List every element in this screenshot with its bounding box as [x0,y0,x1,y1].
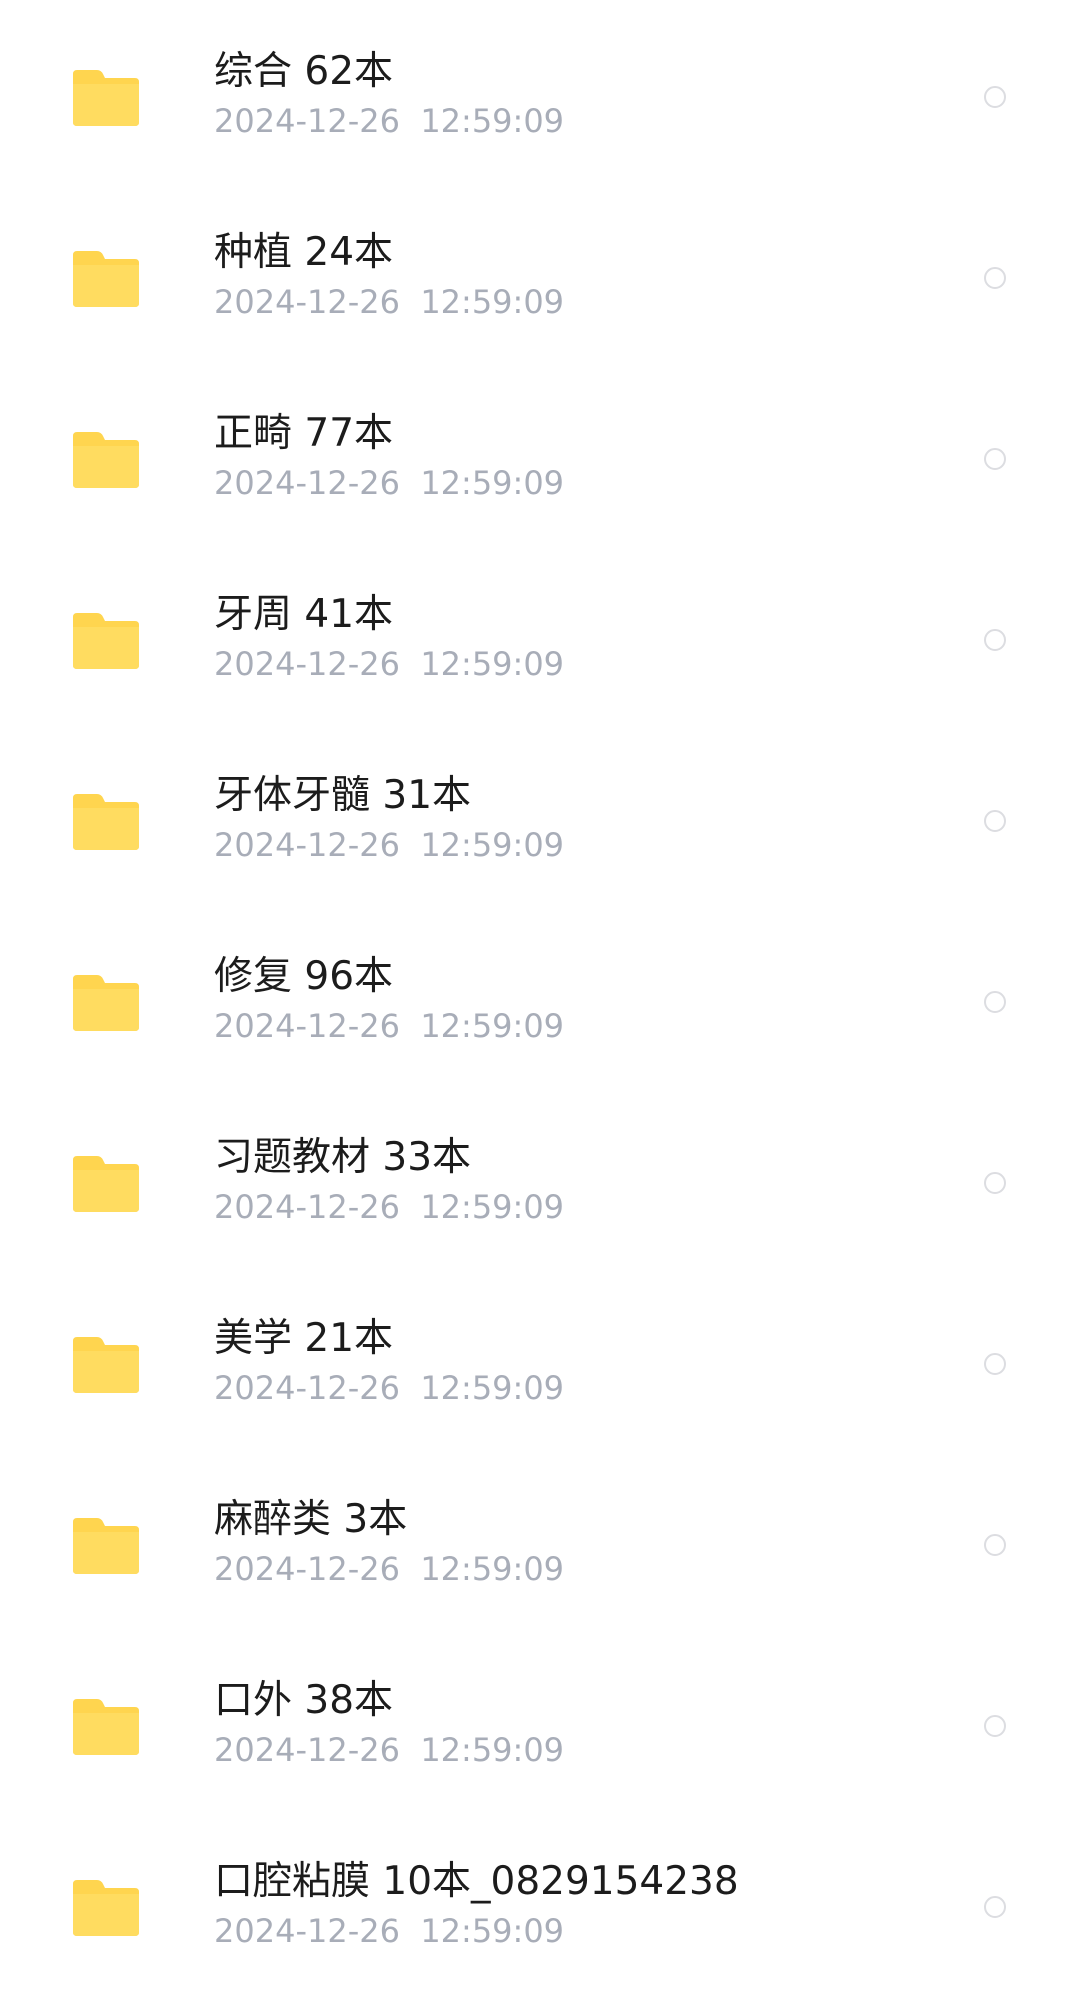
folder-name: 习题教材 33本 [214,1135,472,1180]
select-radio[interactable] [984,448,1006,470]
folder-row[interactable]: 牙周 41本 2024-12-26 12:59:09 [0,543,1080,724]
folder-date: 2024-12-26 12:59:09 [214,283,565,321]
folder-name: 口腔粘膜 10本_0829154238 [214,1859,739,1904]
folder-icon [73,794,139,850]
folder-date: 2024-12-26 12:59:09 [214,1912,565,1950]
folder-date: 2024-12-26 12:59:09 [214,102,565,140]
folder-row[interactable]: 牙体牙髓 31本 2024-12-26 12:59:09 [0,724,1080,905]
folder-date: 2024-12-26 12:59:09 [214,826,565,864]
folder-row[interactable]: 习题教材 33本 2024-12-26 12:59:09 [0,1086,1080,1267]
folder-row[interactable]: 种植 24本 2024-12-26 12:59:09 [0,181,1080,362]
select-radio[interactable] [984,86,1006,108]
folder-name: 牙周 41本 [214,592,394,637]
select-radio[interactable] [984,267,1006,289]
folder-date: 2024-12-26 12:59:09 [214,464,565,502]
select-radio[interactable] [984,629,1006,651]
folder-name: 牙体牙髓 31本 [214,773,472,818]
folder-name: 正畸 77本 [214,411,394,456]
folder-date: 2024-12-26 12:59:09 [214,1188,565,1226]
folder-icon [73,975,139,1031]
folder-name: 美学 21本 [214,1316,394,1361]
folder-row[interactable]: 正畸 77本 2024-12-26 12:59:09 [0,362,1080,543]
folder-row[interactable]: 综合 62本 2024-12-26 12:59:09 [0,0,1080,181]
folder-name: 口外 38本 [214,1678,394,1723]
folder-row[interactable]: 美学 21本 2024-12-26 12:59:09 [0,1267,1080,1448]
folder-icon [73,1518,139,1574]
folder-name: 综合 62本 [214,49,394,94]
folder-date: 2024-12-26 12:59:09 [214,1731,565,1769]
folder-date: 2024-12-26 12:59:09 [214,645,565,683]
folder-icon [73,1699,139,1755]
select-radio[interactable] [984,1172,1006,1194]
select-radio[interactable] [984,1896,1006,1918]
folder-name: 修复 96本 [214,954,394,999]
folder-date: 2024-12-26 12:59:09 [214,1369,565,1407]
folder-icon [73,1337,139,1393]
select-radio[interactable] [984,1715,1006,1737]
folder-row[interactable]: 口腔粘膜 10本_0829154238 2024-12-26 12:59:09 [0,1810,1080,1991]
folder-date: 2024-12-26 12:59:09 [214,1007,565,1045]
select-radio[interactable] [984,991,1006,1013]
folder-icon [73,432,139,488]
folder-name: 种植 24本 [214,230,394,275]
folder-icon [73,251,139,307]
folder-icon [73,70,139,126]
select-radio[interactable] [984,1534,1006,1556]
select-radio[interactable] [984,810,1006,832]
folder-row[interactable]: 修复 96本 2024-12-26 12:59:09 [0,905,1080,1086]
folder-icon [73,613,139,669]
folder-list: 综合 62本 2024-12-26 12:59:09 种植 24本 2024-1… [0,0,1080,1991]
select-radio[interactable] [984,1353,1006,1375]
folder-name: 麻醉类 3本 [214,1497,408,1542]
folder-icon [73,1880,139,1936]
folder-icon [73,1156,139,1212]
folder-date: 2024-12-26 12:59:09 [214,1550,565,1588]
folder-row[interactable]: 麻醉类 3本 2024-12-26 12:59:09 [0,1448,1080,1629]
folder-row[interactable]: 口外 38本 2024-12-26 12:59:09 [0,1629,1080,1810]
